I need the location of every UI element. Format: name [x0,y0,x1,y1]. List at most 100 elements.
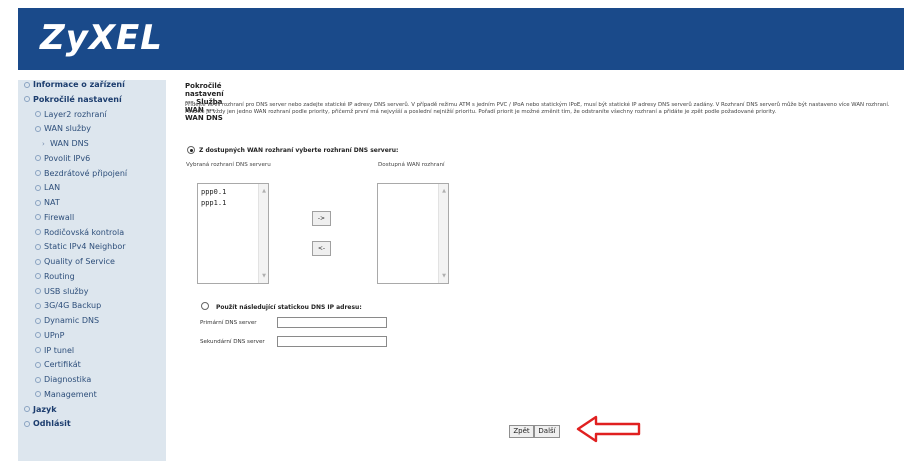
sidebar-item-label: Povolit IPv6 [44,153,91,163]
sidebar-item-pokro-il-nastaven[interactable]: Pokročilé nastavení [24,95,122,104]
red-arrow-annotation-icon [576,415,641,443]
sidebar-item-label: Certifikát [44,360,81,370]
sidebar-item-label: Layer2 rozhraní [44,109,107,119]
bullet-icon [35,332,41,339]
scroll-down-icon[interactable]: ▼ [439,272,449,280]
bullet-icon [35,229,41,235]
app-header: ZyXEL [18,8,904,70]
sidebar-item-label: 3G/4G Backup [44,301,102,311]
sidebar-item-label: Diagnostika [44,375,92,384]
sidebar-item-label: Informace o zařízení [33,80,125,89]
bullet-icon [24,420,30,427]
primary-dns-input[interactable] [277,317,387,328]
sidebar-item-label: Quality of Service [44,257,115,266]
bullet-icon [24,406,30,412]
sidebar-item-upnp[interactable]: UPnP [35,331,64,340]
sidebar-item-jazyk[interactable]: Jazyk [24,405,57,414]
bullet-icon [35,347,41,353]
radio-static-dns-label: Použít následující statickou DNS IP adre… [216,304,362,311]
available-list-scrollbar[interactable]: ▲ ▼ [438,184,448,283]
bullet-icon [35,302,41,309]
available-wan-list[interactable]: ▲ ▼ [377,183,449,284]
bullet-icon [24,81,30,88]
sidebar-item-label: Management [44,389,97,399]
radio-available-wan[interactable] [187,146,195,154]
sidebar-item-label: Firewall [44,212,75,222]
sidebar-item-usb-slu-by[interactable]: USB služby [35,287,88,296]
sidebar-item-rodi-ovsk-kontrola[interactable]: Rodičovská kontrola [35,228,124,237]
sidebar-item-label: WAN DNS [50,139,89,148]
bullet-icon [35,273,41,280]
selected-list-label: Vybraná rozhraní DNS serveru [186,162,271,168]
sidebar-item-odhl-sit[interactable]: Odhlásit [24,419,71,428]
sidebar-item-label: Jazyk [33,404,57,414]
sidebar-item-quality-of-service[interactable]: Quality of Service [35,257,115,266]
bullet-icon [35,184,41,191]
sidebar-item-firewall[interactable]: Firewall [35,213,74,222]
scroll-down-icon[interactable]: ▼ [259,272,269,280]
sidebar-item-label: Pokročilé nastavení [33,94,122,104]
sidebar-item-wan-dns[interactable]: › WAN DNS [42,139,89,148]
sidebar-item-nat[interactable]: NAT [35,198,60,207]
sidebar-item-routing[interactable]: Routing [35,272,75,281]
bullet-icon [24,96,30,103]
sidebar-item-label: Static IPv4 Neighbor [44,242,126,252]
sidebar-item-diagnostika[interactable]: Diagnostika [35,375,91,384]
bullet-icon [35,243,41,250]
sidebar-item-label: USB služby [44,286,89,296]
selected-list-scrollbar[interactable]: ▲ ▼ [258,184,268,283]
sidebar-item-management[interactable]: Management [35,390,97,399]
sidebar-item-label: Odhlásit [33,419,71,429]
sidebar-item-3g-4g-backup[interactable]: 3G/4G Backup [35,301,101,310]
sidebar-item-wan-slu-by[interactable]: WAN služby [35,124,91,133]
sidebar-item-label: Routing [44,271,75,281]
move-left-button[interactable]: <- [312,241,331,256]
bullet-icon [35,391,41,398]
back-button[interactable]: Zpět [509,425,534,438]
sidebar-item-label: Dynamic DNS [44,316,100,325]
sidebar-item-static-ipv4-neighbor[interactable]: Static IPv4 Neighbor [35,242,126,251]
radio-available-wan-label: Z dostupných WAN rozhraní vyberte rozhra… [199,147,399,154]
sidebar-item-label: WAN služby [44,124,91,134]
bullet-icon [35,170,41,176]
bullet-icon [35,376,41,383]
sidebar-item-label: NAT [44,198,60,207]
bullet-icon [35,125,41,132]
sidebar-item-layer2-rozhran[interactable]: Layer2 rozhraní [35,110,107,119]
bullet-icon [35,288,41,294]
bullet-icon [35,214,41,221]
zyxel-logo: ZyXEL [40,18,163,58]
sidebar-item-bezdr-tov-p-ipojen[interactable]: Bezdrátové připojení [35,169,127,178]
sidebar-item-label: LAN [44,183,61,193]
primary-dns-label: Primární DNS server [200,320,257,326]
secondary-dns-label: Sekundární DNS server [200,339,265,345]
sidebar-item-label: Rodičovská kontrola [44,227,125,237]
available-list-label: Dostupná WAN rozhraní [378,162,445,168]
sidebar-item-povolit-ipv6[interactable]: Povolit IPv6 [35,154,90,163]
sidebar-item-label: UPnP [44,330,65,340]
selected-dns-list[interactable]: ppp0.1 ppp1.1 ▲ ▼ [197,183,269,284]
list-item[interactable]: ppp1.1 [201,199,226,207]
sidebar-item-certifik-t[interactable]: Certifikát [35,360,81,369]
list-item[interactable]: ppp0.1 [201,188,226,196]
radio-static-dns[interactable] [201,302,209,310]
move-right-button[interactable]: -> [312,211,331,226]
next-button[interactable]: Další [534,425,560,438]
secondary-dns-input[interactable] [277,336,387,347]
scroll-up-icon[interactable]: ▲ [259,187,269,195]
bullet-icon [35,258,41,265]
bullet-icon [35,361,41,368]
bullet-icon [35,155,41,162]
sidebar-item-ip-tunel[interactable]: IP tunel [35,346,74,355]
sidebar-item-lan[interactable]: LAN [35,183,60,192]
bullet-icon [35,199,41,206]
chevron-right-icon: › [42,139,45,148]
scroll-up-icon[interactable]: ▲ [439,187,449,195]
sidebar-item-dynamic-dns[interactable]: Dynamic DNS [35,316,99,325]
bullet-icon [35,317,41,324]
page-description: Přidejte WAN rozhraní pro DNS server neb… [185,102,890,115]
bullet-icon [35,111,41,117]
sidebar-item-label: Bezdrátové připojení [44,168,128,178]
sidebar-item-informace-o-za-zen[interactable]: Informace o zařízení [24,80,125,89]
sidebar-item-label: IP tunel [44,345,75,355]
